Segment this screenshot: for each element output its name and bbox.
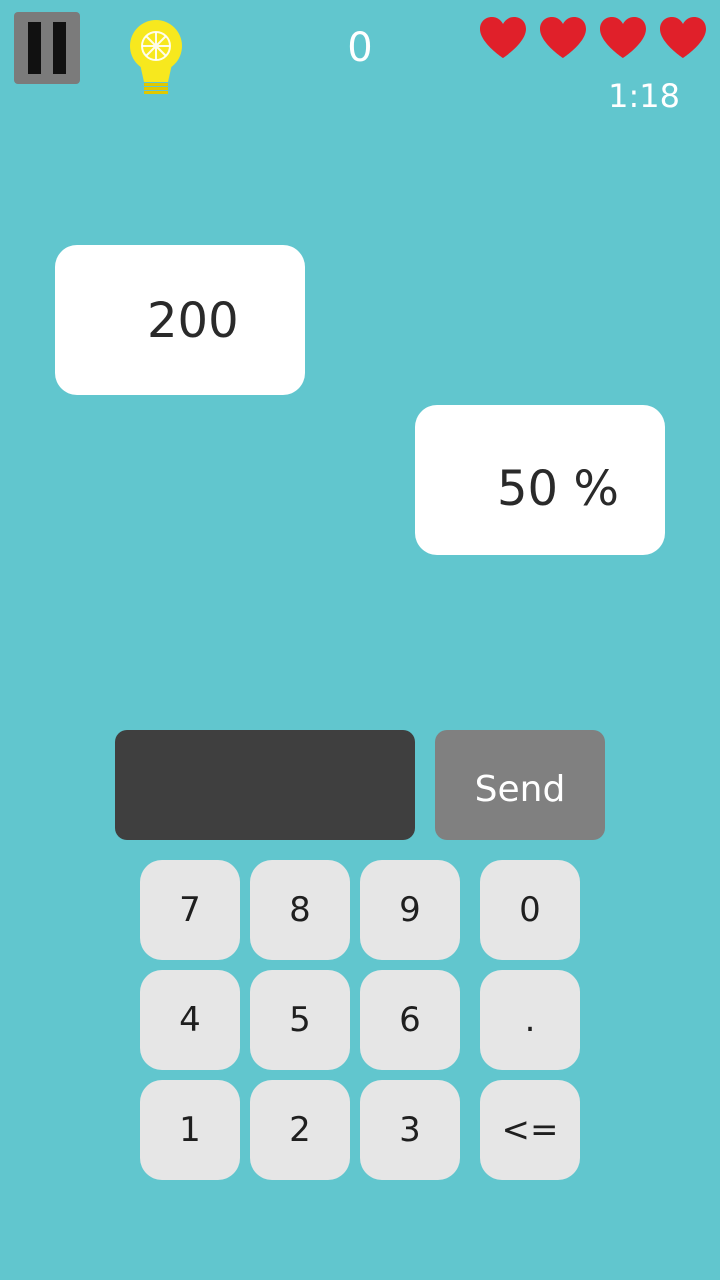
key-7[interactable]: 7 bbox=[140, 860, 240, 960]
key-backspace[interactable]: <= bbox=[480, 1080, 580, 1180]
answer-input[interactable] bbox=[115, 730, 415, 840]
heart-icon bbox=[480, 17, 526, 58]
key-8[interactable]: 8 bbox=[250, 860, 350, 960]
heart-icon bbox=[660, 17, 706, 58]
lightbulb-icon bbox=[130, 20, 182, 94]
key-2[interactable]: 2 bbox=[250, 1080, 350, 1180]
heart-icon bbox=[540, 17, 586, 58]
percent-card: 50 % bbox=[415, 405, 665, 555]
key-1[interactable]: 1 bbox=[140, 1080, 240, 1180]
key-4[interactable]: 4 bbox=[140, 970, 240, 1070]
key-3[interactable]: 3 bbox=[360, 1080, 460, 1180]
heart-icon bbox=[600, 17, 646, 58]
key-0[interactable]: 0 bbox=[480, 860, 580, 960]
base-value-card: 200 bbox=[55, 245, 305, 395]
pause-icon-bar-right bbox=[53, 22, 66, 74]
key-5[interactable]: 5 bbox=[250, 970, 350, 1070]
timer-display: 1:18 bbox=[608, 77, 680, 115]
key-decimal[interactable]: . bbox=[480, 970, 580, 1070]
pause-button[interactable] bbox=[14, 12, 80, 84]
base-value-text: 200 bbox=[147, 293, 239, 349]
score-display: 0 bbox=[347, 25, 373, 71]
key-9[interactable]: 9 bbox=[360, 860, 460, 960]
pause-icon-bar-left bbox=[28, 22, 41, 74]
lives-display bbox=[478, 16, 718, 60]
send-button[interactable]: Send bbox=[435, 730, 605, 840]
key-6[interactable]: 6 bbox=[360, 970, 460, 1070]
hint-bulb-button[interactable] bbox=[126, 20, 186, 100]
percent-value-text: 50 % bbox=[497, 461, 619, 517]
